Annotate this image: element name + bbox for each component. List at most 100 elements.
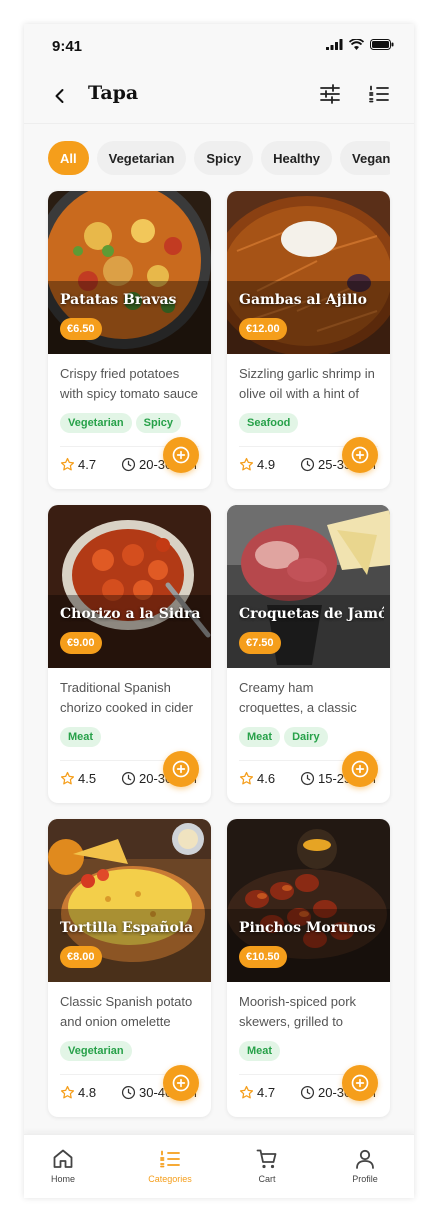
battery-icon: [370, 39, 394, 50]
add-to-cart-button[interactable]: [163, 751, 199, 787]
product-name: Patatas Bravas: [60, 292, 177, 308]
filter-chip-vegan[interactable]: Vegan: [340, 141, 390, 175]
star-icon: [239, 1085, 254, 1099]
tag-spicy: Spicy: [135, 413, 181, 433]
rating-value: 4.5: [78, 771, 97, 786]
nav-label-profile: Profile: [352, 1174, 378, 1184]
rating-value: 4.8: [78, 1085, 97, 1100]
add-to-cart-button[interactable]: [163, 1065, 199, 1101]
tag-meat: Meat: [239, 1041, 281, 1061]
clock-icon: [300, 771, 315, 786]
back-arrow-icon[interactable]: [50, 86, 70, 106]
page-title: Tapas: [88, 82, 138, 104]
rating: 4.5: [60, 771, 96, 786]
filter-sliders-icon[interactable]: [318, 82, 342, 106]
status-time: 9:41: [52, 38, 83, 55]
tag-list: Meat: [60, 727, 102, 747]
add-to-cart-button[interactable]: [342, 751, 378, 787]
nav-label-cart: Cart: [258, 1174, 276, 1184]
price-badge: €10.50: [239, 946, 287, 968]
product-card-croquetas-de-jamon[interactable]: Croquetas de Jamón €7.50 Creamy ham croq…: [227, 505, 390, 803]
plus-circle-icon: [351, 1074, 369, 1092]
rating-value: 4.6: [257, 771, 276, 786]
nav-categories[interactable]: Categories: [140, 1147, 200, 1184]
list-sort-icon[interactable]: [367, 82, 391, 106]
wifi-icon: [349, 39, 364, 50]
tag-meat: Meat: [60, 727, 102, 747]
rating: 4.8: [60, 1085, 96, 1100]
plus-circle-icon: [351, 446, 369, 464]
rating-value: 4.7: [78, 457, 97, 472]
tag-list: Seafood: [239, 413, 299, 433]
home-icon: [53, 1149, 73, 1168]
bottom-navigation: Home Categories Cart Profile: [24, 1134, 414, 1198]
price-badge: €7.50: [239, 632, 281, 654]
status-icons: [326, 39, 394, 50]
product-description: Sizzling garlic shrimp in olive oil with…: [239, 366, 375, 401]
product-description: Crispy fried potatoes with spicy tomato …: [60, 366, 199, 401]
star-icon: [60, 1085, 75, 1099]
profile-icon: [356, 1149, 374, 1169]
product-card-pinchos-morunos[interactable]: Pinchos Morunos €10.50 Moorish-spiced po…: [227, 819, 390, 1117]
filter-chip-spicy[interactable]: Spicy: [194, 141, 254, 175]
product-card-chorizo-a-la-sidra[interactable]: Chorizo a la Sidra €9.00 Traditional Spa…: [48, 505, 211, 803]
tag-vegetarian: Vegetarian: [60, 413, 132, 433]
product-card-patatas-bravas[interactable]: Patatas Bravas €6.50 Crispy fried potato…: [48, 191, 211, 489]
nav-cart[interactable]: Cart: [237, 1147, 297, 1184]
clock-icon: [300, 457, 315, 472]
product-name: Gambas al Ajillo: [239, 292, 367, 308]
nav-label-home: Home: [50, 1174, 75, 1184]
rating-value: 4.9: [257, 457, 276, 472]
product-name: Croquetas de Jamón: [239, 606, 384, 622]
price-badge: €12.00: [239, 318, 287, 340]
star-icon: [60, 457, 75, 471]
clock-icon: [121, 457, 136, 472]
nav-home[interactable]: Home: [33, 1147, 93, 1184]
product-card-gambas-al-ajillo[interactable]: Gambas al Ajillo €12.00 Sizzling garlic …: [227, 191, 390, 489]
tag-list: Meat: [239, 1041, 281, 1061]
top-bar: Tapas: [24, 68, 414, 124]
price-badge: €9.00: [60, 632, 102, 654]
rating-value: 4.7: [257, 1085, 276, 1100]
status-bar: 9:41: [24, 24, 414, 68]
filter-chip-vegetarian[interactable]: Vegetarian: [96, 141, 187, 175]
rating: 4.7: [60, 457, 96, 472]
product-name: Pinchos Morunos: [239, 920, 376, 936]
filter-chip-healthy[interactable]: Healthy: [261, 141, 333, 175]
plus-circle-icon: [172, 1074, 190, 1092]
product-card-tortilla-espanola[interactable]: Tortilla Española €8.00 Classic Spanish …: [48, 819, 211, 1117]
rating: 4.6: [239, 771, 275, 786]
clock-icon: [121, 1085, 136, 1100]
nav-profile[interactable]: Profile: [335, 1147, 395, 1184]
price-badge: €8.00: [60, 946, 102, 968]
star-icon: [239, 457, 254, 471]
price-badge: €6.50: [60, 318, 102, 340]
add-to-cart-button[interactable]: [342, 437, 378, 473]
phone-screen: 9:41 Tapas: [24, 24, 414, 1198]
clock-icon: [121, 771, 136, 786]
plus-circle-icon: [172, 760, 190, 778]
clock-icon: [300, 1085, 315, 1100]
rating: 4.7: [239, 1085, 275, 1100]
add-to-cart-button[interactable]: [342, 1065, 378, 1101]
product-description: Moorish-spiced pork skewers, grilled to …: [239, 994, 357, 1029]
plus-circle-icon: [172, 446, 190, 464]
cart-icon: [256, 1149, 277, 1169]
product-name: Tortilla Española: [60, 920, 194, 936]
tag-list: Vegetarian: [60, 1041, 132, 1061]
categories-icon: [160, 1150, 180, 1168]
filter-chip-all[interactable]: All: [48, 141, 89, 175]
product-name: Chorizo a la Sidra: [60, 606, 201, 622]
tag-dairy: Dairy: [284, 727, 328, 747]
tag-list: Meat Dairy: [239, 727, 328, 747]
tag-seafood: Seafood: [239, 413, 299, 433]
product-description: Creamy ham croquettes, a classic favorit…: [239, 680, 357, 715]
tag-vegetarian: Vegetarian: [60, 1041, 132, 1061]
tag-list: Vegetarian Spicy: [60, 413, 181, 433]
rating: 4.9: [239, 457, 275, 472]
signal-icon: [326, 39, 343, 50]
add-to-cart-button[interactable]: [163, 437, 199, 473]
star-icon: [239, 771, 254, 785]
filter-chips: All Vegetarian Spicy Healthy Vegan: [48, 141, 390, 175]
product-description: Classic Spanish potato and onion omelett…: [60, 994, 193, 1029]
